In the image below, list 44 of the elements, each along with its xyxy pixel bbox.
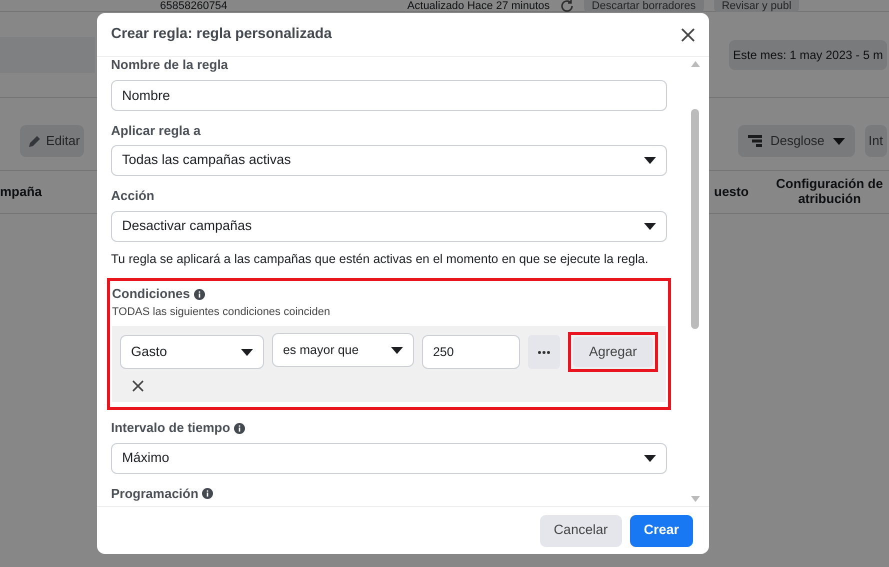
caret-icon (832, 138, 845, 144)
refresh-icon[interactable] (560, 0, 574, 12)
caret-icon (644, 157, 656, 164)
field-label: Condiciones (112, 285, 190, 304)
dropdown[interactable]: Gasto (120, 335, 264, 370)
field-label: Nombre de la regla (111, 57, 228, 74)
create-button[interactable]: Crear (630, 514, 693, 546)
value-field[interactable]: 250 (422, 335, 520, 370)
column-header: Configuración de atribución (775, 177, 884, 207)
dropdown[interactable]: Desactivar campañas (111, 210, 667, 242)
breakdown-icon (748, 135, 762, 147)
add-button[interactable]: Agregar (572, 337, 653, 368)
field-label: Aplicar regla a (111, 122, 201, 140)
field-label: Acción (111, 187, 154, 205)
date-range-button[interactable]: Este mes: 1 may 2023 - 5 m (728, 40, 887, 70)
remove-icon[interactable] (132, 380, 144, 392)
caret-icon (644, 454, 656, 462)
dropdown[interactable]: Todas las campañas activas (111, 145, 667, 176)
header-button[interactable]: Revisar y publ (714, 0, 800, 12)
dialog-title: Crear regla: regla personalizada (111, 24, 332, 44)
text-field[interactable]: Nombre (111, 80, 667, 110)
scrollbar-thumb[interactable] (691, 109, 699, 329)
more-icon (538, 351, 550, 354)
dropdown[interactable]: Máximo (111, 442, 667, 474)
caret-icon (644, 222, 656, 230)
dropdown[interactable]: es mayor que (272, 333, 414, 368)
breakdown-button[interactable]: Desglose (738, 125, 855, 157)
close-icon[interactable] (681, 28, 695, 42)
toolbar-button[interactable]: Int (864, 125, 887, 157)
account-id: 65858260754 (160, 0, 228, 12)
caret-icon (390, 346, 403, 354)
edit-button[interactable]: Editar (20, 125, 84, 157)
caret-icon (240, 348, 253, 356)
column-header: uesto (714, 183, 749, 202)
field-label: Programación (111, 484, 198, 503)
update-status: Actualizado Hace 27 minutos (407, 0, 550, 12)
info-text: Tu regla se aplicará a las campañas que estén activas en el momento en que se ejecute la regla. (111, 250, 650, 268)
header-button[interactable]: Descartar borradores (584, 0, 704, 12)
more-button[interactable] (528, 335, 560, 370)
pencil-icon (28, 134, 42, 148)
cancel-button[interactable]: Cancelar (540, 514, 622, 546)
field-label: Intervalo de tiempo (111, 419, 230, 438)
condition-subtitle: TODAS las siguientes condiciones coinciden (112, 304, 332, 320)
column-header: mpaña (0, 183, 42, 202)
